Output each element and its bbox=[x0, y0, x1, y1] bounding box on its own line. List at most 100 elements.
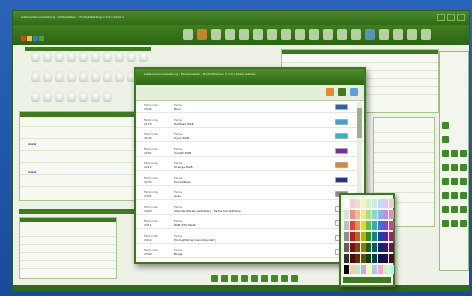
notes-row[interactable] bbox=[20, 256, 116, 261]
table-link[interactable]: ▬▬▬ bbox=[28, 170, 37, 174]
table-link[interactable]: ▬▬▬ bbox=[28, 142, 37, 146]
palette-color-cell[interactable] bbox=[372, 232, 377, 241]
sidebar-action-button[interactable] bbox=[451, 192, 458, 199]
palette-color-cell[interactable] bbox=[366, 210, 372, 219]
sidebar-action-button[interactable] bbox=[451, 206, 458, 213]
palette-color-cell[interactable] bbox=[360, 210, 366, 219]
undo-button[interactable] bbox=[267, 29, 277, 40]
nav-button[interactable] bbox=[251, 275, 258, 282]
lamp-icon[interactable] bbox=[67, 71, 76, 82]
palette-color-cell[interactable] bbox=[355, 232, 361, 241]
palette-color-cell[interactable] bbox=[383, 210, 389, 219]
palette-color-cell[interactable] bbox=[355, 265, 361, 274]
lamp-icon[interactable] bbox=[55, 51, 64, 62]
palette-color-cell[interactable] bbox=[366, 265, 372, 274]
palette-color-cell[interactable] bbox=[377, 243, 383, 252]
right-row[interactable] bbox=[374, 168, 434, 173]
copy-button[interactable] bbox=[239, 29, 249, 40]
palette-color-cell[interactable] bbox=[366, 221, 372, 230]
minimize-button[interactable] bbox=[437, 14, 445, 21]
table-row[interactable] bbox=[20, 134, 144, 139]
sidebar-action-button[interactable] bbox=[442, 178, 449, 185]
palette-color-cell[interactable] bbox=[349, 199, 355, 208]
palette-color-cell[interactable] bbox=[372, 254, 377, 263]
palette-color-cell[interactable] bbox=[377, 199, 383, 208]
palette-color-cell[interactable] bbox=[388, 221, 394, 230]
color-swatch[interactable] bbox=[335, 104, 348, 110]
sidebar-action-button[interactable] bbox=[451, 150, 458, 157]
palette-color-cell[interactable] bbox=[372, 243, 377, 252]
paste-button[interactable] bbox=[253, 29, 263, 40]
color-swatch[interactable] bbox=[335, 118, 348, 125]
lamp-icon[interactable] bbox=[31, 71, 40, 82]
lamp-icon[interactable] bbox=[67, 51, 76, 62]
nav-button[interactable] bbox=[211, 275, 218, 282]
filter-bar[interactable] bbox=[19, 209, 147, 214]
lamp-icon[interactable] bbox=[127, 51, 136, 62]
color-row[interactable]: Farbcode 2400 Farbe Standardfarbe (wählbar)… bbox=[136, 204, 364, 215]
lamp-icon[interactable] bbox=[139, 51, 148, 62]
confirm-button[interactable] bbox=[338, 88, 346, 96]
color-row[interactable]: Farbcode 2212 Farbe Orange RGB bbox=[136, 160, 364, 171]
notes-row[interactable] bbox=[20, 240, 116, 245]
sidebar-action-button[interactable] bbox=[442, 220, 449, 227]
settings-button[interactable] bbox=[351, 29, 361, 40]
palette-color-cell[interactable] bbox=[355, 221, 361, 230]
palette-color-cell[interactable] bbox=[383, 199, 389, 208]
lamp-icon[interactable] bbox=[31, 51, 40, 62]
sidebar-action-button[interactable] bbox=[460, 220, 467, 227]
palette-color-cell[interactable] bbox=[355, 199, 361, 208]
palette-color-cell[interactable] bbox=[366, 254, 372, 263]
right-row[interactable] bbox=[374, 158, 434, 163]
color-row[interactable]: Farbcode 2301 Farbe Grau bbox=[136, 189, 364, 200]
table-row[interactable] bbox=[20, 122, 144, 127]
lamp-icon[interactable] bbox=[55, 91, 64, 102]
warning-icon[interactable] bbox=[326, 88, 334, 96]
palette-color-cell[interactable] bbox=[344, 232, 349, 241]
lamp-icon[interactable] bbox=[115, 51, 124, 62]
info-icon[interactable] bbox=[350, 88, 358, 96]
palette-color-cell[interactable] bbox=[383, 254, 389, 263]
palette-color-cell[interactable] bbox=[372, 265, 377, 274]
notes-row[interactable] bbox=[20, 232, 116, 237]
palette-color-cell[interactable] bbox=[349, 243, 355, 252]
palette-color-cell[interactable] bbox=[388, 243, 394, 252]
right-row[interactable] bbox=[374, 128, 434, 133]
nav-button[interactable] bbox=[281, 275, 288, 282]
table-row[interactable] bbox=[20, 182, 144, 187]
palette-color-cell[interactable] bbox=[360, 232, 366, 241]
color-row[interactable]: Farbcode 2412 Farbe Produktfarbe (benutzerd… bbox=[136, 233, 364, 244]
palette-color-cell[interactable] bbox=[344, 210, 349, 219]
color-swatch[interactable] bbox=[335, 162, 348, 168]
palette-color-cell[interactable] bbox=[344, 254, 349, 263]
lamp-icon[interactable] bbox=[43, 91, 52, 102]
color-row[interactable]: Farbcode 2500 Farbe Beige bbox=[136, 247, 364, 258]
palette-color-cell[interactable] bbox=[360, 254, 366, 263]
table-row[interactable] bbox=[20, 170, 144, 175]
palette-color-cell[interactable] bbox=[349, 254, 355, 263]
table-row[interactable] bbox=[20, 158, 144, 163]
palette-color-cell[interactable] bbox=[388, 199, 394, 208]
palette-color-cell[interactable] bbox=[388, 265, 394, 274]
nav-button[interactable] bbox=[271, 275, 278, 282]
color-row[interactable]: Farbcode 2201 Farbe Violett RGB bbox=[136, 146, 364, 157]
palette-color-cell[interactable] bbox=[372, 210, 377, 219]
refresh-button[interactable] bbox=[407, 29, 417, 40]
new-button[interactable] bbox=[183, 29, 193, 40]
palette-color-cell[interactable] bbox=[377, 254, 383, 263]
palette-ok-button[interactable] bbox=[343, 277, 391, 283]
palette-color-cell[interactable] bbox=[349, 210, 355, 219]
palette-color-cell[interactable] bbox=[349, 265, 355, 274]
palette-color-cell[interactable] bbox=[355, 243, 361, 252]
palette-color-cell[interactable] bbox=[372, 199, 377, 208]
palette-color-cell[interactable] bbox=[355, 254, 361, 263]
help-button[interactable] bbox=[365, 29, 375, 40]
nav-button[interactable] bbox=[241, 275, 248, 282]
palette-color-cell[interactable] bbox=[360, 265, 366, 274]
sidebar-action-button[interactable] bbox=[460, 164, 467, 171]
color-row[interactable]: Farbcode 2411 Farbe RGB 255 Weiß bbox=[136, 218, 364, 229]
scrollbar-thumb[interactable] bbox=[357, 108, 362, 138]
palette-color-cell[interactable] bbox=[366, 232, 372, 241]
sidebar-action-button[interactable] bbox=[442, 136, 449, 143]
notes-row[interactable] bbox=[20, 248, 116, 253]
